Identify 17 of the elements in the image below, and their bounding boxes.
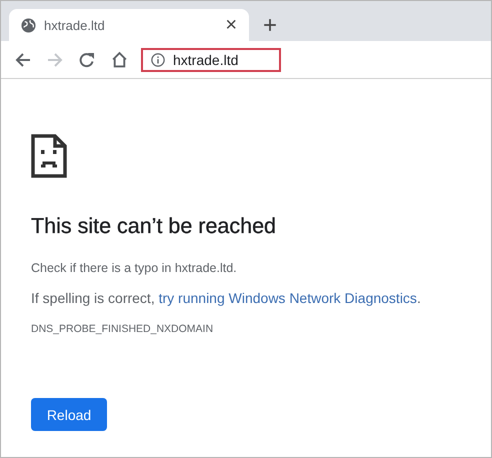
diagnostics-link[interactable]: try running Windows Network Diagnostics — [158, 290, 417, 306]
browser-tab[interactable]: hxtrade.ltd × — [9, 9, 249, 41]
reload-button[interactable]: Reload — [31, 398, 107, 431]
sad-page-icon — [31, 134, 67, 178]
close-tab-button[interactable]: × — [223, 15, 239, 35]
suggestion-text: If spelling is correct, try running Windows Network Diagnostics. — [31, 290, 422, 306]
reload-button[interactable] — [79, 52, 95, 68]
back-button[interactable] — [15, 52, 31, 68]
home-button[interactable] — [111, 51, 128, 68]
info-icon — [151, 52, 165, 66]
new-tab-button[interactable]: + — [261, 14, 280, 38]
error-title: This site can’t be reached — [31, 214, 277, 239]
globe-icon — [21, 18, 36, 32]
tab-title: hxtrade.ltd — [44, 18, 106, 32]
address-bar[interactable]: hxtrade.ltd — [141, 48, 281, 72]
error-hint: Check if there is a typo in hxtrade.ltd. — [31, 261, 238, 275]
error-code: DNS_PROBE_FINISHED_NXDOMAIN — [31, 323, 214, 335]
